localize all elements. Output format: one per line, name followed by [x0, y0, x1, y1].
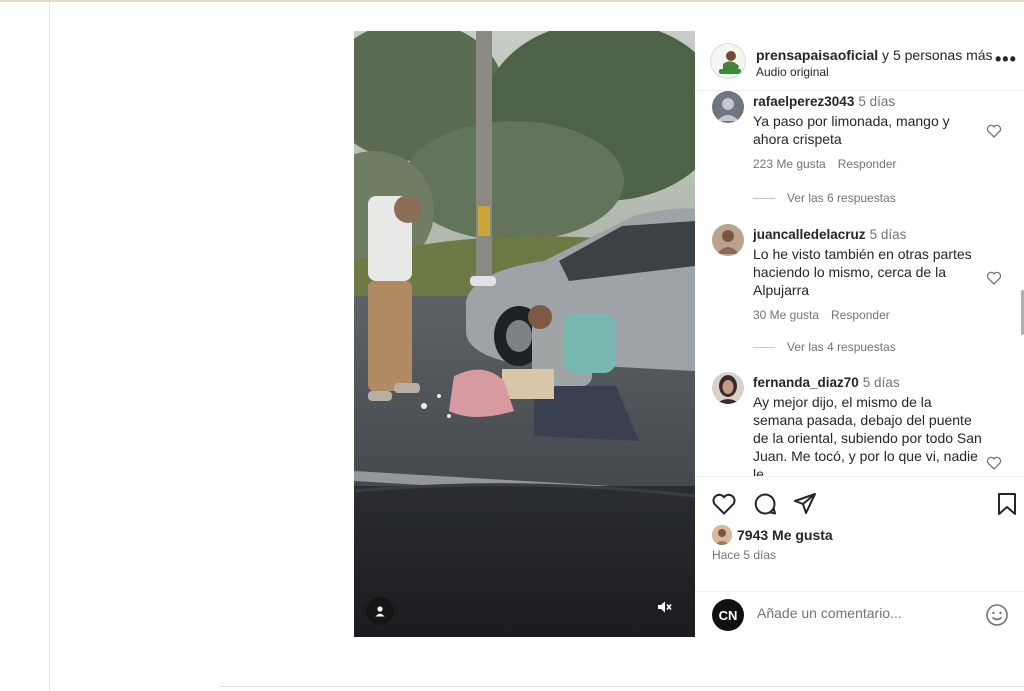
- comment-text: Lo he visto también en otras partes haci…: [753, 246, 972, 298]
- comment-time: 5 días: [862, 375, 900, 390]
- avatar-icon: [712, 372, 744, 404]
- avatar-icon: [712, 525, 732, 545]
- mute-toggle-button[interactable]: [650, 593, 678, 621]
- comment-time: 5 días: [858, 94, 896, 109]
- left-rail-divider: [49, 2, 50, 691]
- comment-text: Ya paso por limonada, mango y ahora cris…: [753, 113, 950, 147]
- post-actions: 7943 Me gusta Hace 5 días: [695, 476, 1024, 591]
- muted-speaker-icon: [658, 601, 672, 613]
- commenter-avatar[interactable]: [712, 224, 744, 256]
- post-side-panel: prensapaisaoficial y 5 personas más Audi…: [695, 31, 1024, 637]
- avatar-icon: [712, 224, 744, 256]
- comment-icon[interactable]: [752, 491, 778, 517]
- post-timestamp[interactable]: Hace 5 días: [712, 548, 776, 562]
- username-text[interactable]: rafaelperez3043: [753, 94, 854, 109]
- post-video[interactable]: [354, 31, 695, 637]
- video-frame: [354, 31, 695, 637]
- username-text[interactable]: fernanda_diaz70: [753, 375, 859, 390]
- heart-icon[interactable]: [986, 123, 1002, 139]
- comment-meta: 30 Me gusta Responder: [753, 308, 890, 322]
- comment-likes[interactable]: 30 Me gusta: [753, 308, 819, 322]
- audio-label[interactable]: Audio original: [756, 65, 829, 79]
- current-user-avatar[interactable]: CN: [712, 599, 744, 631]
- smiley-icon[interactable]: [985, 603, 1009, 627]
- comment-composer: CN: [695, 591, 1024, 637]
- tagged-users-button[interactable]: [366, 597, 394, 625]
- comment-username[interactable]: juancalledelacruz 5 días: [753, 227, 906, 242]
- author-logo-icon: [719, 51, 741, 74]
- comment-username[interactable]: rafaelperez3043 5 días: [753, 94, 895, 109]
- liker-avatar[interactable]: [712, 525, 732, 545]
- reply-button[interactable]: Responder: [838, 157, 897, 171]
- replies-divider: [753, 197, 775, 199]
- comment-input[interactable]: [757, 605, 967, 621]
- top-divider: [0, 0, 1024, 2]
- share-icon[interactable]: [792, 491, 818, 517]
- likes-count[interactable]: 7943 Me gusta: [737, 527, 833, 543]
- comment-time: 5 días: [869, 227, 907, 242]
- comments-list: rafaelperez3043 5 días Ya paso por limona…: [695, 91, 1024, 476]
- comment-likes[interactable]: 223 Me gusta: [753, 157, 826, 171]
- view-replies-text[interactable]: Ver las 6 respuestas: [787, 191, 896, 205]
- replies-divider: [753, 346, 775, 348]
- heart-icon[interactable]: [986, 270, 1002, 286]
- avatar-icon: [712, 91, 744, 123]
- heart-icon[interactable]: [986, 455, 1002, 471]
- commenter-avatar[interactable]: [712, 372, 744, 404]
- commenter-avatar[interactable]: [712, 91, 744, 123]
- post-header: prensapaisaoficial y 5 personas más Audi…: [695, 31, 1024, 91]
- author-username[interactable]: prensapaisaoficial: [756, 47, 878, 63]
- view-replies-button[interactable]: Ver las 6 respuestas: [753, 191, 896, 205]
- bottom-divider: [220, 686, 1024, 687]
- comment-meta: 223 Me gusta Responder: [753, 157, 896, 171]
- post-authors[interactable]: prensapaisaoficial y 5 personas más: [756, 47, 993, 63]
- more-options-button[interactable]: •••: [995, 49, 1017, 70]
- coauthors-text[interactable]: y 5 personas más: [878, 47, 993, 63]
- user-tag-icon: [375, 606, 385, 617]
- comment-username[interactable]: fernanda_diaz70 5 días: [753, 375, 900, 390]
- heart-icon[interactable]: [711, 491, 737, 517]
- bookmark-icon[interactable]: [994, 491, 1020, 517]
- view-replies-text[interactable]: Ver las 4 respuestas: [787, 340, 896, 354]
- username-text[interactable]: juancalledelacruz: [753, 227, 866, 242]
- reply-button[interactable]: Responder: [831, 308, 890, 322]
- likes-summary[interactable]: 7943 Me gusta: [712, 525, 833, 545]
- author-avatar[interactable]: [710, 43, 746, 79]
- comment-text: Ay mejor dijo, el mismo de la semana pas…: [753, 394, 982, 476]
- view-replies-button[interactable]: Ver las 4 respuestas: [753, 340, 896, 354]
